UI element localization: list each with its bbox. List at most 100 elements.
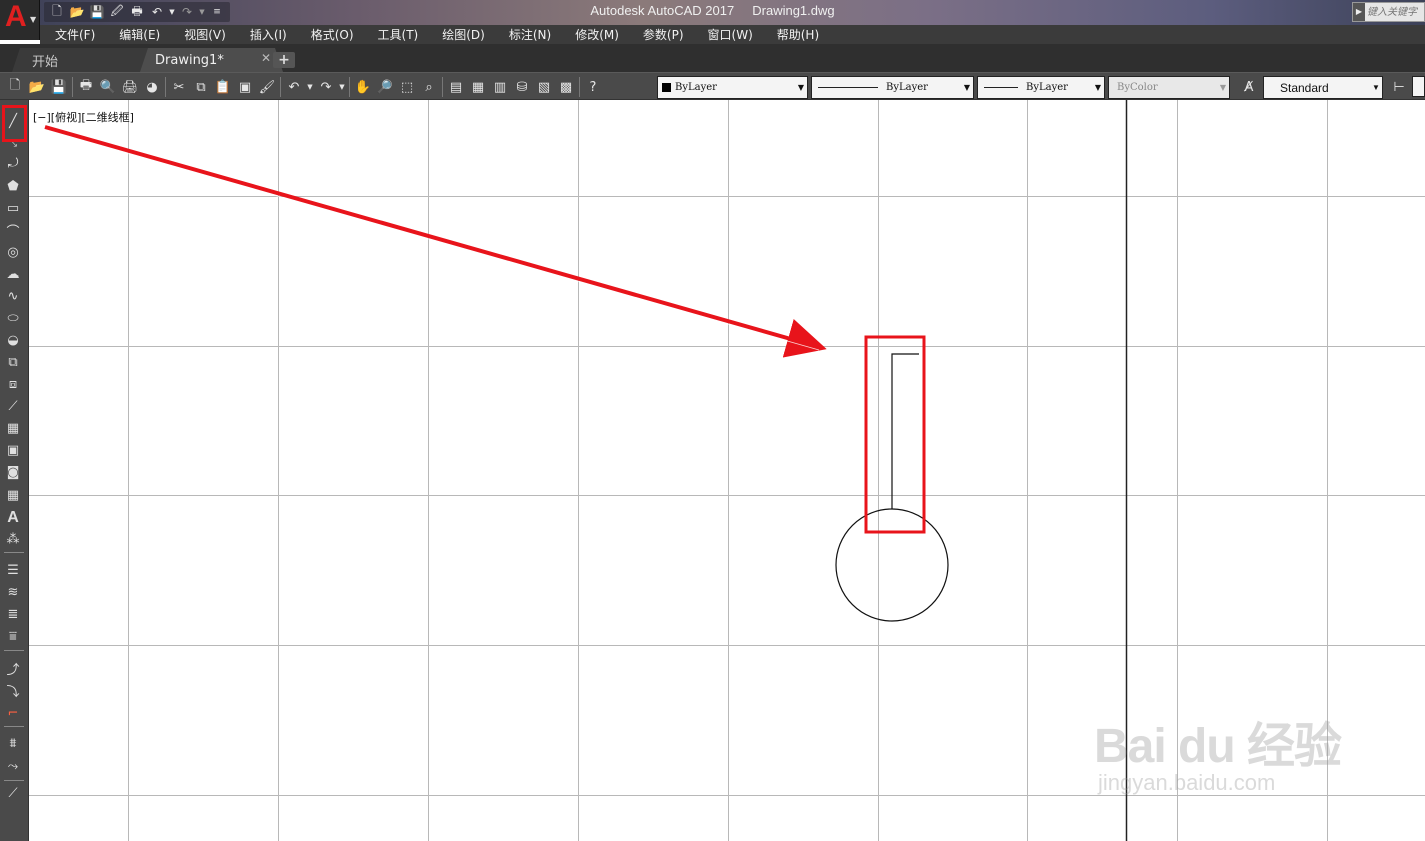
add-selected-icon[interactable]: ⁂ — [3, 529, 23, 549]
save-icon[interactable]: 💾 — [88, 3, 106, 21]
text-style-control[interactable]: Standard ▼ — [1263, 76, 1383, 99]
layer-isolate-icon[interactable]: ⩸ — [3, 626, 23, 646]
fillet-icon[interactable]: ⌐ — [3, 703, 23, 723]
cut-icon[interactable]: ✂ — [168, 76, 190, 98]
qnew-icon[interactable]: 🗋 — [4, 76, 26, 98]
hatch-icon[interactable]: ▦ — [3, 418, 23, 438]
properties-icon[interactable]: ▤ — [445, 76, 467, 98]
plotstyle-control[interactable]: ByColor ▼ — [1108, 76, 1230, 99]
tab-start[interactable]: 开始 — [12, 48, 162, 72]
menu-edit[interactable]: 编辑(E) — [107, 26, 172, 43]
menu-tools[interactable]: 工具(T) — [366, 26, 431, 43]
edit-hatch-icon[interactable]: ⩩ — [3, 733, 23, 753]
chevron-right-icon[interactable]: ▶ — [1353, 3, 1365, 21]
menu-dimension[interactable]: 标注(N) — [497, 26, 563, 43]
drawn-circle[interactable] — [835, 508, 949, 622]
menu-format[interactable]: 格式(O) — [299, 26, 366, 43]
open-icon[interactable]: 📂 — [26, 76, 48, 98]
text-style-icon[interactable]: A̸ — [1238, 76, 1260, 98]
chevron-down-icon[interactable]: ▼ — [795, 83, 807, 92]
lineweight-control[interactable]: ByLayer ▼ — [977, 76, 1105, 99]
edit-attribute-icon[interactable]: ⤳ — [3, 756, 23, 776]
undo-icon[interactable]: ↶ — [283, 76, 305, 98]
edit-spline-icon[interactable]: ⤵ — [3, 680, 23, 700]
insert-block-icon[interactable]: ⧉ — [3, 352, 23, 372]
make-block-icon[interactable]: ⧈ — [3, 374, 23, 394]
multiline-text-icon[interactable]: A — [3, 508, 23, 528]
tool-palettes-icon[interactable]: ▥ — [489, 76, 511, 98]
dimension-style-icon[interactable]: ⊢ — [1388, 76, 1410, 98]
markup-icon[interactable]: ▧ — [533, 76, 555, 98]
zoom-previous-icon[interactable]: ⌕ — [418, 76, 440, 98]
undo-dropdown-icon[interactable]: ▼ — [168, 3, 176, 21]
rectangle-icon[interactable]: ▭ — [3, 198, 23, 218]
copy-base-point-icon[interactable]: ▣ — [234, 76, 256, 98]
layer-properties-icon[interactable]: ☰ — [3, 560, 23, 580]
chevron-down-icon[interactable]: ▼ — [1370, 83, 1382, 92]
color-control[interactable]: ByLayer ▼ — [657, 76, 808, 99]
pan-hand-icon[interactable]: ✋ — [352, 76, 374, 98]
undo-dropdown-icon[interactable]: ▼ — [305, 76, 315, 98]
save-as-icon[interactable]: 🖉 — [108, 3, 126, 21]
revision-cloud-icon[interactable]: ☁ — [3, 264, 23, 284]
layer-states-icon[interactable]: ≋ — [3, 582, 23, 602]
menu-view[interactable]: 视图(V) — [172, 26, 238, 43]
chevron-down-icon[interactable]: ▼ — [1217, 83, 1229, 92]
zoom-realtime-icon[interactable]: 🔎 — [374, 76, 396, 98]
print-icon[interactable]: 🖶 — [128, 3, 146, 21]
new-tab-button[interactable]: + — [273, 52, 295, 68]
edit-text-icon[interactable]: ⟋ — [3, 783, 23, 803]
menu-window[interactable]: 窗口(W) — [696, 26, 765, 43]
publish-icon[interactable]: 🖨 — [119, 76, 141, 98]
menu-parametric[interactable]: 参数(P) — [631, 26, 696, 43]
undo-icon[interactable]: ↶ — [148, 3, 166, 21]
new-file-icon[interactable]: 🗋 — [48, 3, 66, 21]
copy-icon[interactable]: ⧉ — [190, 76, 212, 98]
point-icon[interactable]: ⟋ — [3, 396, 23, 416]
redo-dropdown-icon[interactable]: ▼ — [198, 3, 206, 21]
plot-preview-icon[interactable]: 🔍 — [97, 76, 119, 98]
zoom-window-icon[interactable]: ⬚ — [396, 76, 418, 98]
ellipse-arc-icon[interactable]: ◒ — [3, 330, 23, 350]
redo-icon[interactable]: ↷ — [178, 3, 196, 21]
help-icon[interactable]: ? — [582, 76, 604, 98]
redo-dropdown-icon[interactable]: ▼ — [337, 76, 347, 98]
menu-help[interactable]: 帮助(H) — [765, 26, 831, 43]
drawn-line[interactable] — [891, 353, 919, 509]
match-properties-icon[interactable]: 🖌 — [256, 76, 278, 98]
polyline-icon[interactable]: ⤾ — [3, 153, 23, 173]
sheet-set-icon[interactable]: ⛁ — [511, 76, 533, 98]
linetype-control[interactable]: ByLayer ▼ — [811, 76, 974, 99]
search-input[interactable] — [1367, 4, 1425, 20]
redo-icon[interactable]: ↷ — [315, 76, 337, 98]
paste-icon[interactable]: 📋 — [212, 76, 234, 98]
search-box[interactable]: ▶ — [1352, 2, 1425, 22]
layer-previous-icon[interactable]: ≣ — [3, 604, 23, 624]
save-icon[interactable]: 💾 — [48, 76, 70, 98]
close-icon[interactable]: ✕ — [261, 51, 271, 65]
table-icon[interactable]: ▦ — [3, 485, 23, 505]
tab-drawing1[interactable]: Drawing1* ✕ — [140, 48, 283, 72]
open-file-icon[interactable]: 📂 — [68, 3, 86, 21]
3d-print-icon[interactable]: ◕ — [141, 76, 163, 98]
design-center-icon[interactable]: ▦ — [467, 76, 489, 98]
gradient-icon[interactable]: ▣ — [3, 440, 23, 460]
calculator-icon[interactable]: ▩ — [555, 76, 577, 98]
customize-qat-icon[interactable]: ≡ — [208, 3, 226, 21]
viewport-controls[interactable]: [−][俯视][二维线框] — [33, 109, 134, 125]
circle-icon[interactable]: ◎ — [3, 242, 23, 262]
plot-icon[interactable]: 🖶 — [75, 76, 97, 98]
chevron-down-icon[interactable]: ▼ — [961, 83, 973, 92]
polygon-icon[interactable]: ⬟ — [3, 176, 23, 196]
dimension-style-control[interactable] — [1412, 76, 1425, 97]
chevron-down-icon[interactable]: ▼ — [1092, 83, 1104, 92]
arc-icon[interactable]: ⌒ — [3, 220, 23, 240]
application-menu-button[interactable]: A ▼ — [0, 0, 40, 40]
menu-insert[interactable]: 插入(I) — [238, 26, 299, 43]
spline-icon[interactable]: ∿ — [3, 286, 23, 306]
menu-modify[interactable]: 修改(M) — [563, 26, 631, 43]
region-icon[interactable]: ◙ — [3, 462, 23, 482]
modify-polyline-icon[interactable]: ⤴ — [3, 658, 23, 678]
menu-file[interactable]: 文件(F) — [40, 26, 107, 43]
menu-draw[interactable]: 绘图(D) — [430, 26, 497, 43]
